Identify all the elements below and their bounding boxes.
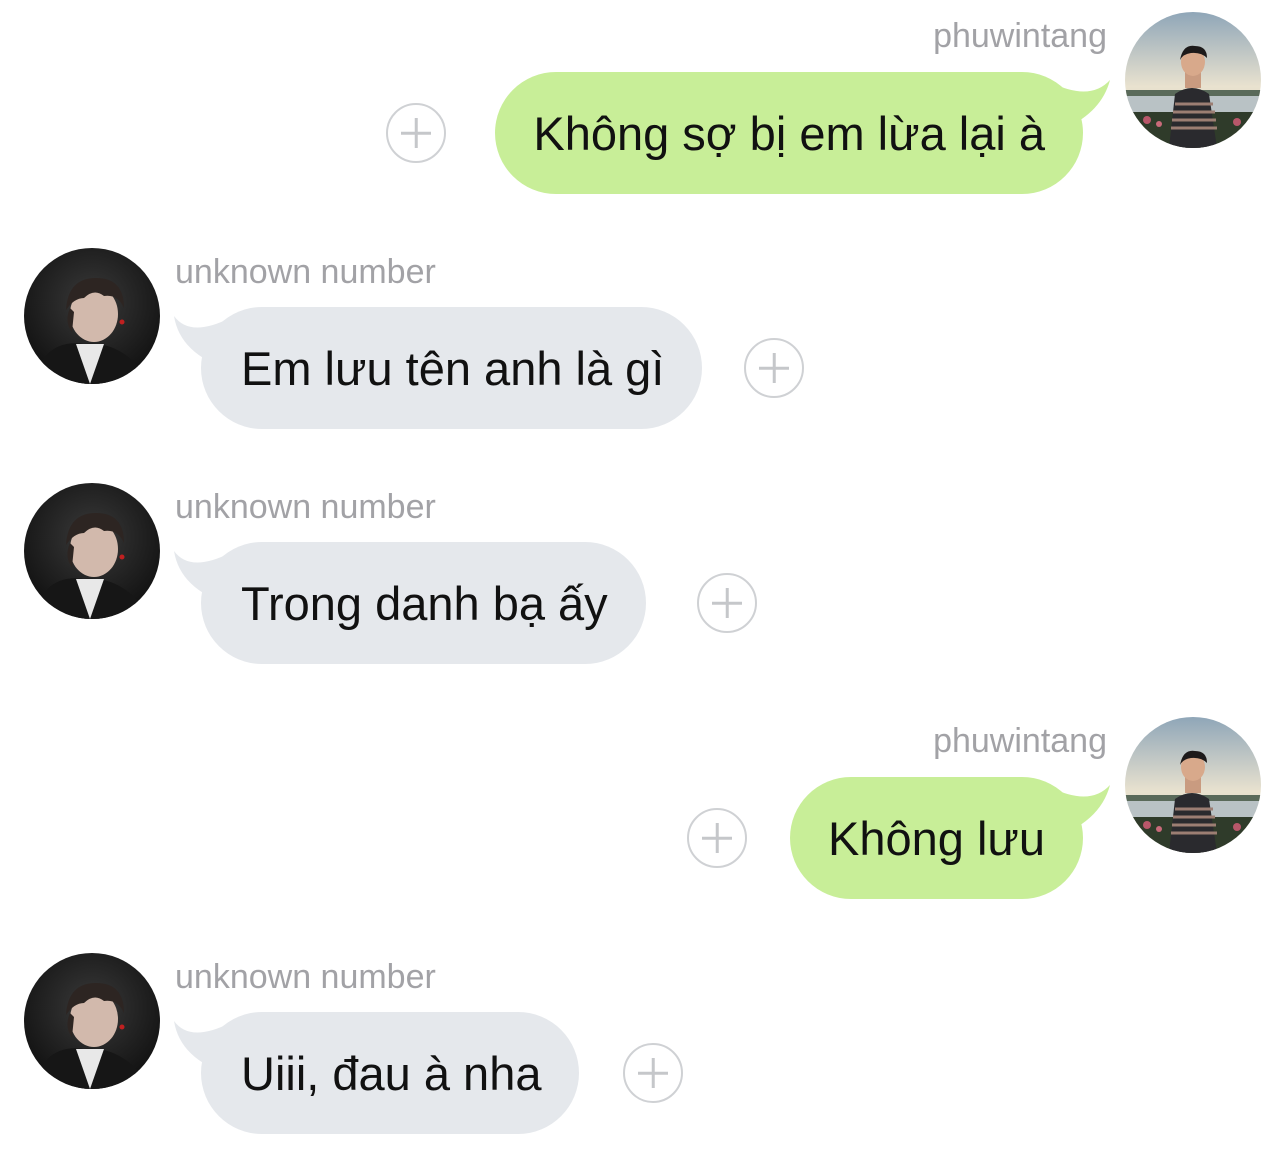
add-reaction-icon[interactable]: [623, 1043, 683, 1103]
sender-name: unknown number: [175, 488, 436, 526]
avatar[interactable]: [24, 953, 160, 1089]
message-bubble[interactable]: Trong danh bạ ấy: [201, 542, 646, 664]
add-reaction-icon[interactable]: [697, 573, 757, 633]
message-bubble[interactable]: Em lưu tên anh là gì: [201, 307, 703, 429]
sender-name: phuwintang: [933, 722, 1107, 760]
avatar[interactable]: [1125, 12, 1261, 148]
message-row-incoming: unknown number Uiii, đau à nha: [0, 0, 1284, 1134]
avatar[interactable]: [1125, 717, 1261, 853]
avatar[interactable]: [24, 248, 160, 384]
add-reaction-icon[interactable]: [386, 103, 446, 163]
message-bubble[interactable]: Không sợ bị em lừa lại à: [495, 72, 1083, 194]
sender-name: phuwintang: [933, 17, 1107, 55]
sender-name: unknown number: [175, 958, 436, 996]
sender-name: unknown number: [175, 253, 436, 291]
avatar[interactable]: [24, 483, 160, 619]
message-bubble[interactable]: Uiii, đau à nha: [201, 1012, 580, 1134]
add-reaction-icon[interactable]: [744, 338, 804, 398]
message-bubble[interactable]: Không lưu: [789, 777, 1083, 899]
add-reaction-icon[interactable]: [687, 808, 747, 868]
